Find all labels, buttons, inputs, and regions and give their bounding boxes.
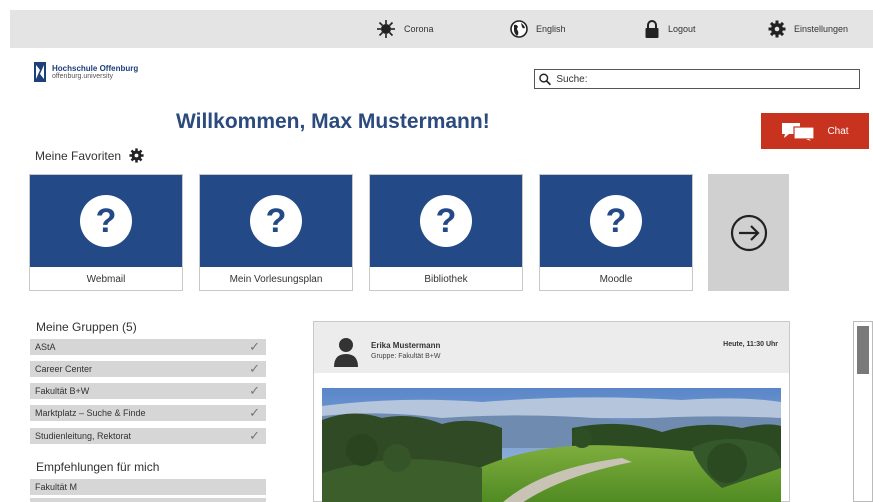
tile-label: Bibliothek (424, 274, 468, 285)
group-item-label: Career Center (35, 364, 93, 374)
favorite-tile-webmail[interactable]: ? Webmail (29, 174, 183, 291)
logout-label: Logout (668, 24, 696, 34)
tile-label: Mein Vorlesungsplan (229, 274, 323, 285)
favorites-section-title: Meine Favoriten (35, 148, 144, 163)
tile-icon-area: ? (370, 175, 522, 267)
settings-link[interactable]: Einstellungen (768, 10, 848, 48)
scrollbar-thumb[interactable] (857, 326, 869, 374)
group-item[interactable]: Fakultät B+W ✓ (30, 383, 266, 399)
avatar-icon[interactable] (333, 337, 359, 367)
post-header: Erika Mustermann Gruppe: Fakultät B+W He… (314, 322, 789, 373)
checkmark-icon: ✓ (249, 339, 260, 354)
logo-subtitle: offenburg.university (52, 72, 113, 80)
chat-label: Chat (827, 125, 849, 137)
university-logo[interactable]: Hochschule Offenburg offenburg.universit… (34, 62, 138, 82)
search-input[interactable] (592, 73, 859, 85)
tile-icon-area: ? (540, 175, 692, 267)
welcome-heading: Willkommen, Max Mustermann! (176, 110, 490, 133)
question-mark-icon: ? (420, 195, 472, 247)
group-item[interactable]: Career Center ✓ (30, 361, 266, 377)
post-image[interactable] (322, 388, 781, 502)
settings-label: Einstellungen (794, 24, 849, 34)
group-item-label: AStA (35, 342, 56, 352)
checkmark-icon: ✓ (249, 428, 260, 443)
recommendation-item[interactable]: Fakultät M (30, 479, 266, 495)
chat-button[interactable]: Chat (761, 113, 869, 149)
arrow-right-circle-icon (730, 214, 767, 251)
question-mark-icon: ? (250, 195, 302, 247)
post-author[interactable]: Erika Mustermann (371, 341, 440, 350)
landscape-photo (322, 388, 781, 502)
corona-link[interactable]: Corona (376, 10, 434, 48)
checkmark-icon: ✓ (249, 383, 260, 398)
favorites-title: Meine Favoriten (35, 148, 122, 163)
checkmark-icon: ✓ (249, 405, 260, 420)
favorite-tile-vorlesungsplan[interactable]: ? Mein Vorlesungsplan (199, 174, 353, 291)
feed-scrollbar[interactable] (853, 321, 873, 502)
post-group[interactable]: Gruppe: Fakultät B+W (371, 353, 440, 360)
post-timestamp: Heute, 11:30 Uhr (723, 341, 778, 348)
gear-icon[interactable] (129, 148, 144, 163)
tile-label: Moodle (599, 274, 633, 285)
question-mark-icon: ? (80, 195, 132, 247)
favorite-tile-bibliothek[interactable]: ? Bibliothek (369, 174, 523, 291)
group-item-label: Marktplatz – Suche & Finde (35, 408, 146, 418)
recommendations-title: Empfehlungen für mich (36, 460, 160, 474)
language-label: English (536, 24, 566, 34)
logout-link[interactable]: Logout (644, 10, 696, 48)
tile-label: Webmail (86, 274, 126, 285)
university-logo-mark-icon (34, 62, 46, 82)
top-bar: Corona English Logout Einstellungen (10, 10, 873, 48)
search-box[interactable]: Suche: (534, 69, 860, 89)
groups-title: Meine Gruppen (5) (36, 320, 137, 334)
group-item-label: Studienleitung, Rektorat (35, 431, 132, 441)
recommendation-item-label: Fakultät M (35, 482, 78, 492)
search-label: Suche: (556, 73, 588, 85)
chat-bubbles-icon (782, 123, 816, 141)
favorite-tile-moodle[interactable]: ? Moodle (539, 174, 693, 291)
feed-post: Erika Mustermann Gruppe: Fakultät B+W He… (313, 321, 790, 502)
tile-icon-area: ? (30, 175, 182, 267)
lock-icon (645, 20, 659, 38)
group-item[interactable]: Studienleitung, Rektorat ✓ (30, 428, 266, 444)
logo-name: Hochschule Offenburg (52, 63, 139, 73)
globe-icon (510, 20, 528, 38)
language-link[interactable]: English (510, 10, 566, 48)
group-item-label: Fakultät B+W (35, 386, 90, 396)
group-item[interactable]: AStA ✓ (30, 339, 266, 355)
virus-icon (377, 20, 395, 38)
tile-icon-area: ? (200, 175, 352, 267)
question-mark-icon: ? (590, 195, 642, 247)
favorites-next-button[interactable] (708, 174, 789, 291)
gear-icon (768, 20, 786, 38)
corona-label: Corona (404, 24, 434, 34)
recommendation-item-partial[interactable] (30, 498, 266, 502)
group-item[interactable]: Marktplatz – Suche & Finde ✓ (30, 405, 266, 421)
checkmark-icon: ✓ (249, 361, 260, 376)
search-icon (539, 73, 552, 85)
